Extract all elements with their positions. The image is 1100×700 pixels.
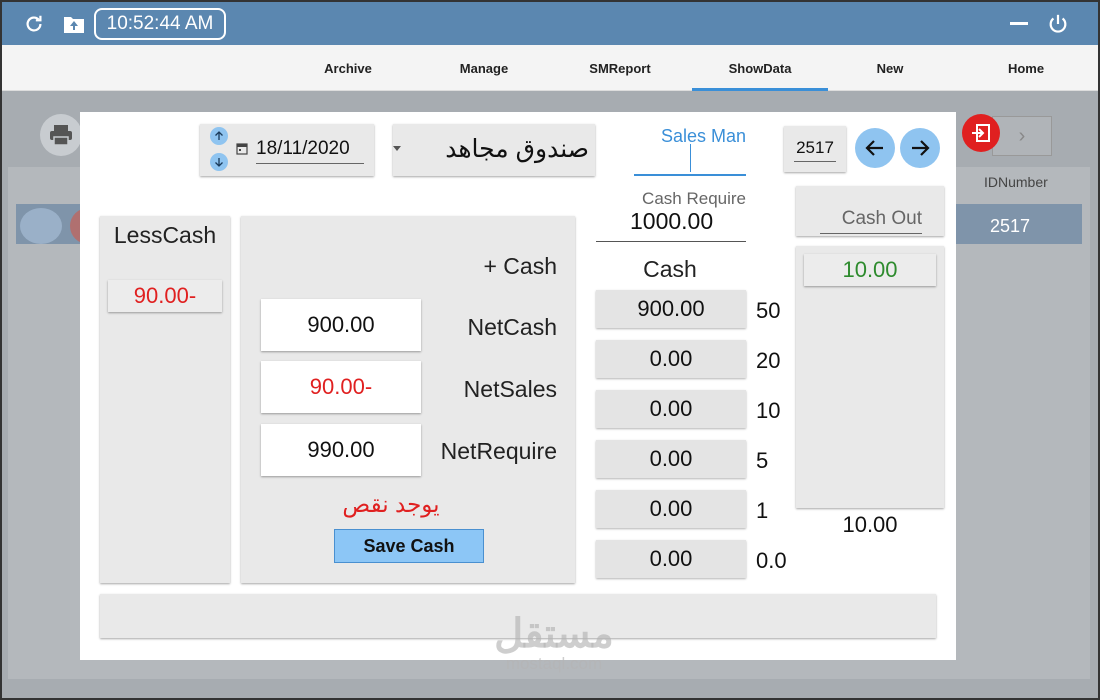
cash-out-list: 10.00	[796, 246, 944, 508]
menu-showdata[interactable]: ShowData	[692, 45, 828, 91]
denomination-label: 5	[756, 448, 769, 473]
net-require-field[interactable]: 990.00	[261, 424, 421, 476]
previous-button[interactable]	[855, 128, 895, 168]
cash-amount-0[interactable]: 0.00	[596, 540, 746, 578]
menu-new[interactable]: New	[850, 45, 930, 91]
denomination-label: 1	[756, 498, 769, 523]
menu-bar: Archive Manage SMReport ShowData New Hom…	[2, 45, 1098, 91]
cash-out-total: 10.00	[842, 512, 898, 537]
shortage-warning: يوجد نقص	[342, 491, 440, 517]
cash-dialog: 18/11/2020 صندوق مجاهد Sales Man 2517 Ca…	[80, 112, 1000, 660]
power-icon[interactable]	[1046, 12, 1070, 36]
list-icon[interactable]	[20, 208, 62, 244]
menu-archive[interactable]: Archive	[308, 45, 388, 91]
menu-smreport[interactable]: SMReport	[574, 45, 666, 91]
sales-man-label: Sales Man	[660, 126, 746, 146]
refresh-icon[interactable]	[22, 12, 46, 36]
cash-require-label: Cash Require	[642, 189, 746, 208]
date-field[interactable]: 18/11/2020	[256, 138, 364, 164]
save-cash-button[interactable]: Save Cash	[334, 529, 484, 563]
list-item[interactable]: 10.00	[804, 254, 936, 286]
minimize-icon[interactable]	[1010, 22, 1028, 25]
print-icon[interactable]	[40, 114, 82, 156]
denomination-label: 20	[756, 348, 781, 373]
box-select-value: صندوق مجاهد	[445, 135, 589, 163]
arrow-down-icon[interactable]	[210, 153, 228, 171]
clock-display: 10:52:44 AM	[94, 8, 226, 40]
denomination-label: 10	[756, 398, 781, 423]
cloud-upload-icon[interactable]	[62, 12, 86, 36]
less-cash-value: 90.00-	[108, 280, 222, 312]
arrow-left-icon	[865, 140, 883, 156]
less-cash-panel: LessCash 90.00-	[100, 216, 230, 583]
cash-amount-1[interactable]: 0.00	[596, 490, 746, 528]
calendar-icon[interactable]	[236, 142, 248, 160]
exit-button[interactable]	[962, 114, 1000, 152]
net-cash-label: NetCash	[467, 314, 557, 340]
chevron-down-icon[interactable]	[393, 146, 401, 151]
text-cursor	[690, 144, 691, 172]
watermark-text: مستقل	[494, 612, 614, 656]
net-sales-field[interactable]: 90.00-	[261, 361, 421, 413]
exit-icon	[972, 124, 990, 142]
app-window: 10:52:44 AM Archive Manage SMReport Show…	[0, 0, 1100, 700]
cash-out-box: Cash Out	[796, 186, 944, 236]
cash-amount-10[interactable]: 0.00	[596, 390, 746, 428]
menu-home[interactable]: Home	[986, 45, 1066, 91]
arrow-right-icon	[912, 140, 930, 156]
net-summary-panel: + Cash 900.00 NetCash 90.00- NetSales 99…	[241, 216, 575, 583]
net-cash-field[interactable]: 900.00	[261, 299, 421, 351]
net-require-label: NetRequire	[440, 438, 557, 464]
watermark-url: mostaql.com	[505, 654, 603, 673]
arrow-up-icon[interactable]	[210, 127, 228, 145]
id-field[interactable]: 2517	[794, 138, 836, 162]
id-box: 2517	[784, 126, 846, 172]
menu-manage[interactable]: Manage	[444, 45, 524, 91]
cash-amount-50[interactable]: 900.00	[596, 290, 746, 328]
chevron-right-icon[interactable]: ›	[992, 116, 1052, 156]
net-sales-label: NetSales	[463, 376, 557, 402]
cash-require-field[interactable]: 1000.00	[596, 208, 746, 242]
column-header-idnumber: IDNumber	[984, 174, 1048, 190]
title-bar: 10:52:44 AM	[2, 2, 1098, 45]
denomination-label: 0.0	[756, 548, 787, 573]
cash-out-label: Cash Out	[820, 208, 922, 234]
watermark-logo: مستقل mostaql.com	[486, 614, 622, 674]
cash-amount-20[interactable]: 0.00	[596, 340, 746, 378]
cash-amount-5[interactable]: 0.00	[596, 440, 746, 478]
box-select[interactable]: صندوق مجاهد	[393, 124, 595, 176]
cash-header: Cash	[643, 256, 697, 282]
plus-cash-label: + Cash	[483, 253, 557, 279]
next-button[interactable]	[900, 128, 940, 168]
date-picker: 18/11/2020	[200, 124, 374, 176]
table-cell-idnumber: 2517	[990, 216, 1031, 236]
less-cash-label: LessCash	[113, 222, 217, 248]
denomination-label: 50	[756, 298, 781, 323]
